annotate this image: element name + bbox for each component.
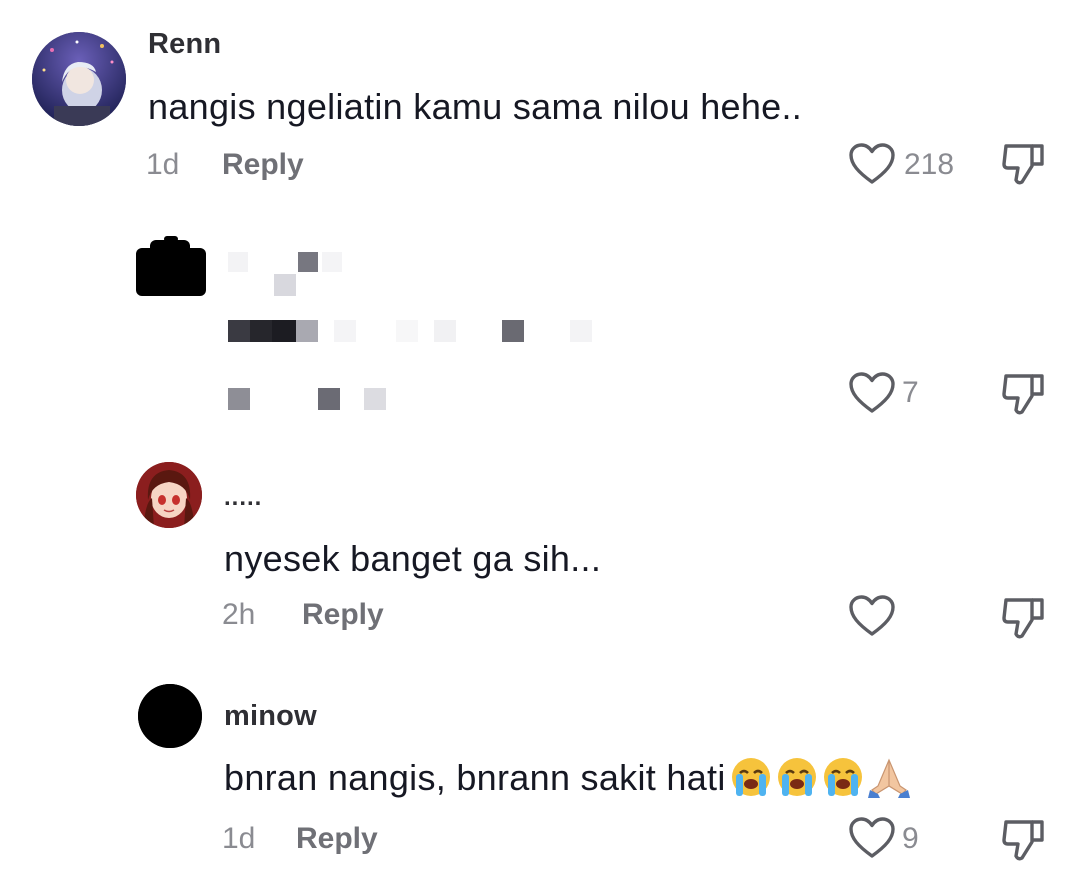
reply-button[interactable]: Reply bbox=[302, 598, 384, 632]
comment-time: 2h bbox=[222, 598, 256, 631]
censor-block bbox=[228, 388, 250, 410]
censor-block bbox=[228, 252, 248, 272]
avatar[interactable] bbox=[138, 684, 202, 748]
comment-text: nangis ngeliatin kamu sama nilou hehe.. bbox=[148, 86, 803, 127]
censor-block bbox=[396, 320, 418, 342]
comment-text: nyesek banget ga sih... bbox=[224, 538, 602, 579]
censor-block bbox=[250, 320, 272, 342]
loudly-crying-face-icon bbox=[777, 758, 816, 796]
like-count: 218 bbox=[904, 148, 955, 181]
censor-block bbox=[150, 240, 190, 254]
censor-block bbox=[334, 320, 356, 342]
censor-block bbox=[322, 252, 342, 272]
censor-block bbox=[298, 252, 318, 272]
dislike-icon[interactable] bbox=[1000, 816, 1046, 864]
censor-block bbox=[136, 248, 206, 296]
dislike-icon[interactable] bbox=[1000, 140, 1046, 188]
comment-time: 1d bbox=[222, 822, 256, 855]
reply-button[interactable]: Reply bbox=[296, 822, 378, 856]
censor-block bbox=[164, 236, 178, 242]
username[interactable]: Renn bbox=[148, 28, 221, 61]
loudly-crying-face-icon bbox=[823, 758, 862, 796]
censor-block bbox=[272, 320, 296, 342]
like-count: 9 bbox=[902, 822, 919, 855]
dislike-icon[interactable] bbox=[1000, 594, 1046, 642]
anime-avatar-icon bbox=[32, 32, 126, 126]
heart-icon[interactable] bbox=[848, 816, 896, 860]
comment-text: bnran nangis, bnrann sakit hati bbox=[224, 756, 910, 799]
black-circle-avatar bbox=[138, 684, 202, 748]
censor-block bbox=[296, 320, 318, 342]
censor-block bbox=[502, 320, 524, 342]
loudly-crying-face-icon bbox=[731, 758, 770, 796]
folded-hands-icon bbox=[867, 758, 910, 798]
censor-block bbox=[274, 274, 296, 296]
avatar[interactable] bbox=[136, 462, 202, 528]
censor-block bbox=[318, 388, 340, 410]
username[interactable]: minow bbox=[224, 700, 317, 733]
heart-icon[interactable] bbox=[848, 371, 896, 415]
heart-icon[interactable] bbox=[848, 142, 896, 186]
like-count: 7 bbox=[902, 376, 919, 409]
comment-time: 1d bbox=[146, 148, 180, 181]
censor-block bbox=[364, 388, 386, 410]
username[interactable]: ..... bbox=[224, 484, 262, 512]
anime-girl-avatar-icon bbox=[136, 462, 202, 528]
censor-block bbox=[228, 320, 250, 342]
censor-block bbox=[570, 320, 592, 342]
dislike-icon[interactable] bbox=[1000, 370, 1046, 418]
reply-button[interactable]: Reply bbox=[222, 148, 304, 182]
censor-block bbox=[434, 320, 456, 342]
avatar[interactable] bbox=[32, 32, 126, 126]
heart-icon[interactable] bbox=[848, 594, 896, 638]
comment-text-content: bnran nangis, bnrann sakit hati bbox=[224, 757, 726, 798]
